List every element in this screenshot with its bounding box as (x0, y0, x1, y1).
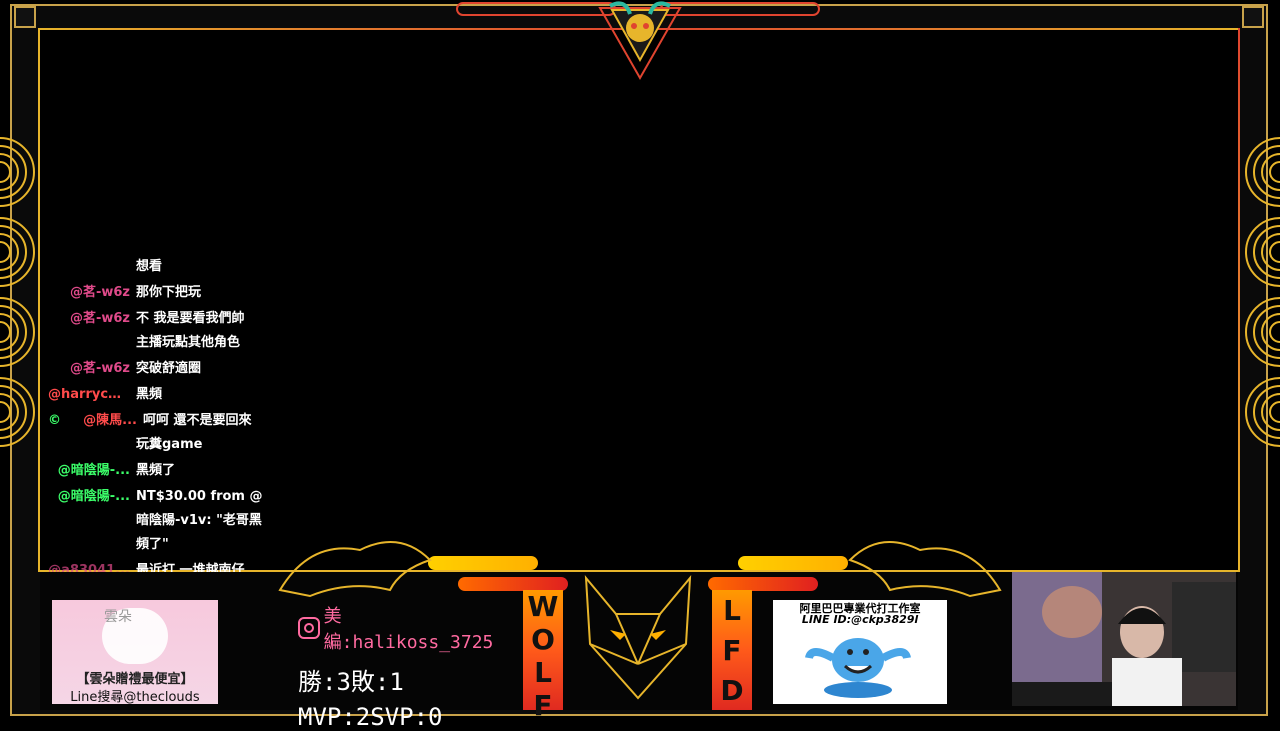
chat-username[interactable]: @陳馬... (67, 410, 143, 432)
gold-stripe-right (738, 556, 848, 570)
chat-message: 頻了" (48, 534, 280, 556)
chat-message: 暗陰陽-v1v: "老哥黑 (48, 510, 280, 532)
instagram-icon (298, 617, 320, 639)
wolf-banner: W O L F (523, 590, 563, 722)
chat-text: NT$30.00 from @ (136, 489, 263, 504)
lfd-letter: F (722, 633, 742, 667)
chat-text: 主播玩點其他角色 (136, 335, 241, 350)
chat-text: 突破舒適圈 (136, 361, 202, 376)
instagram-credit: 美編:halikoss_3725 (298, 602, 508, 654)
sponsor-ad-clouds[interactable]: 雲朵 【雲朵贈禮最便宜】 Line搜尋@theclouds (52, 600, 218, 705)
chat-text: 暗陰陽-v1v: "老哥黑 (136, 513, 262, 528)
chat-message: 想看 (48, 258, 280, 278)
frame-corner-top-left (14, 6, 36, 28)
chat-message: @harrych... 黑頻 (48, 384, 280, 406)
chat-username[interactable] (48, 332, 136, 354)
chat-message: @茗-w6z 不 我是要看我們帥 (48, 308, 280, 330)
lfd-banner: L F D (712, 590, 752, 710)
chat-username[interactable]: @茗-w6z (48, 358, 136, 380)
chat-message: @茗-w6z 那你下把玩 (48, 282, 280, 304)
chat-text: 那你下把玩 (136, 285, 202, 300)
left-swirl-ornament (0, 132, 40, 462)
gold-stripe-left (428, 556, 538, 570)
dragon-left-icon (278, 541, 432, 598)
chat-username[interactable]: @茗-w6z (48, 308, 136, 330)
live-chat: 想看 @茗-w6z 那你下把玩 @茗-w6z 不 我是要看我們帥 主播玩點其他角色 @茗-w… (48, 258, 280, 588)
win-loss-score: 勝:3敗:1 (298, 668, 404, 696)
chat-text: 黑頻 (136, 387, 163, 402)
frame-corner-top-right (1242, 6, 1264, 28)
chat-username[interactable] (48, 534, 136, 556)
instagram-label: 美編:halikoss_3725 (323, 606, 494, 653)
dragon-right-icon (848, 541, 1002, 598)
lfd-letter: L (723, 593, 741, 627)
genie-mascot-icon (805, 638, 911, 698)
chat-message: 玩糞game (48, 434, 280, 456)
red-stripe-right (708, 577, 818, 591)
dragon-crest-icon (598, 1, 682, 81)
chat-username[interactable]: @茗-w6z (48, 282, 136, 304)
lfd-letter: D (720, 673, 744, 707)
cloud-brand-text: 雲朵 (104, 609, 132, 625)
chat-username[interactable]: @暗陰陽-... (48, 460, 136, 482)
ad-title: 【雲朵贈禮最便宜】 (76, 672, 194, 687)
member-badge-icon: © (48, 413, 61, 428)
chat-text: 黑頻了 (136, 463, 176, 478)
chat-message: @暗陰陽-... 黑頻了 (48, 460, 280, 482)
sponsor-ad-alibaba[interactable]: 阿里巴巴專業代打工作室 LINE ID:@ckp3829l (773, 600, 947, 704)
chat-text: 呵呵 還不是要回來 (143, 413, 252, 428)
wolf-logo-icon (584, 575, 692, 700)
right-swirl-ornament (1240, 132, 1280, 462)
chat-message: © @陳馬... 呵呵 還不是要回來 (48, 410, 280, 432)
chat-message: @暗陰陽-... NT$30.00 from @ (48, 486, 280, 508)
mvp-svp-count: MVP:2SVP:0 (298, 703, 443, 731)
chat-text: 頻了" (136, 537, 169, 552)
wolf-letter: F (533, 689, 553, 722)
streamer-webcam-image (1012, 572, 1236, 706)
ad-subtitle: Line搜尋@theclouds (70, 690, 200, 705)
chat-message: @茗-w6z 突破舒適圈 (48, 358, 280, 380)
ad-line-2: LINE ID:@ckp3829l (801, 613, 919, 626)
chat-username[interactable]: @harrych... (48, 384, 136, 406)
chat-text: 想看 (136, 259, 163, 274)
chat-username[interactable] (48, 434, 136, 456)
wolf-letter: L (534, 656, 552, 689)
chat-text: 不 我是要看我們帥 (136, 311, 245, 326)
stream-stats: 美編:halikoss_3725 勝:3敗:1 MVP:2SVP:0 (298, 602, 508, 731)
chat-username[interactable] (48, 258, 136, 278)
red-stripe-left (458, 577, 568, 591)
wolf-letter: O (531, 623, 555, 656)
chat-username[interactable]: @暗陰陽-... (48, 486, 136, 508)
webcam-feed (1012, 572, 1236, 706)
wolf-letter: W (527, 590, 559, 623)
chat-message: 主播玩點其他角色 (48, 332, 280, 354)
chat-text: 玩糞game (136, 437, 203, 452)
chat-username[interactable] (48, 510, 136, 532)
